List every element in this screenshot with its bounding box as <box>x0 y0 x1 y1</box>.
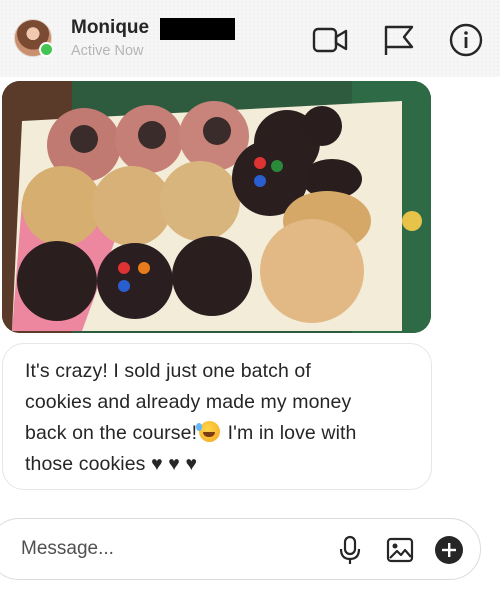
message-line: those cookies ♥ ♥ ♥ <box>25 449 411 480</box>
message-line: cookies and already made my money <box>25 391 352 413</box>
message-fragment: back on the course! <box>25 422 198 444</box>
cookies-photo[interactable] <box>2 81 431 333</box>
online-indicator <box>39 42 54 57</box>
add-icon[interactable] <box>433 533 465 567</box>
message-fragment: I'm in love with <box>222 422 357 444</box>
message-text: It's crazy! I sold just one batch of coo… <box>25 356 411 480</box>
hearts: ♥ ♥ ♥ <box>151 453 198 475</box>
message-line: It's crazy! I sold just one batch of <box>25 360 311 382</box>
info-icon[interactable] <box>447 22 485 58</box>
message-bubble[interactable]: It's crazy! I sold just one batch of coo… <box>2 343 432 490</box>
contact-name[interactable]: Monique <box>71 17 149 39</box>
message-line: back on the course! I'm in love with <box>25 418 411 449</box>
chat-header: Monique Active Now <box>0 0 500 77</box>
message-fragment: those cookies <box>25 453 152 475</box>
flag-icon[interactable] <box>379 22 417 58</box>
active-status: Active Now <box>71 43 144 59</box>
microphone-icon[interactable] <box>334 533 366 567</box>
message-input[interactable] <box>21 534 301 564</box>
video-call-icon[interactable] <box>311 22 349 58</box>
rofl-emoji <box>196 421 221 442</box>
redaction-bar <box>160 18 235 40</box>
gallery-icon[interactable] <box>384 533 416 567</box>
message-composer <box>0 518 481 580</box>
